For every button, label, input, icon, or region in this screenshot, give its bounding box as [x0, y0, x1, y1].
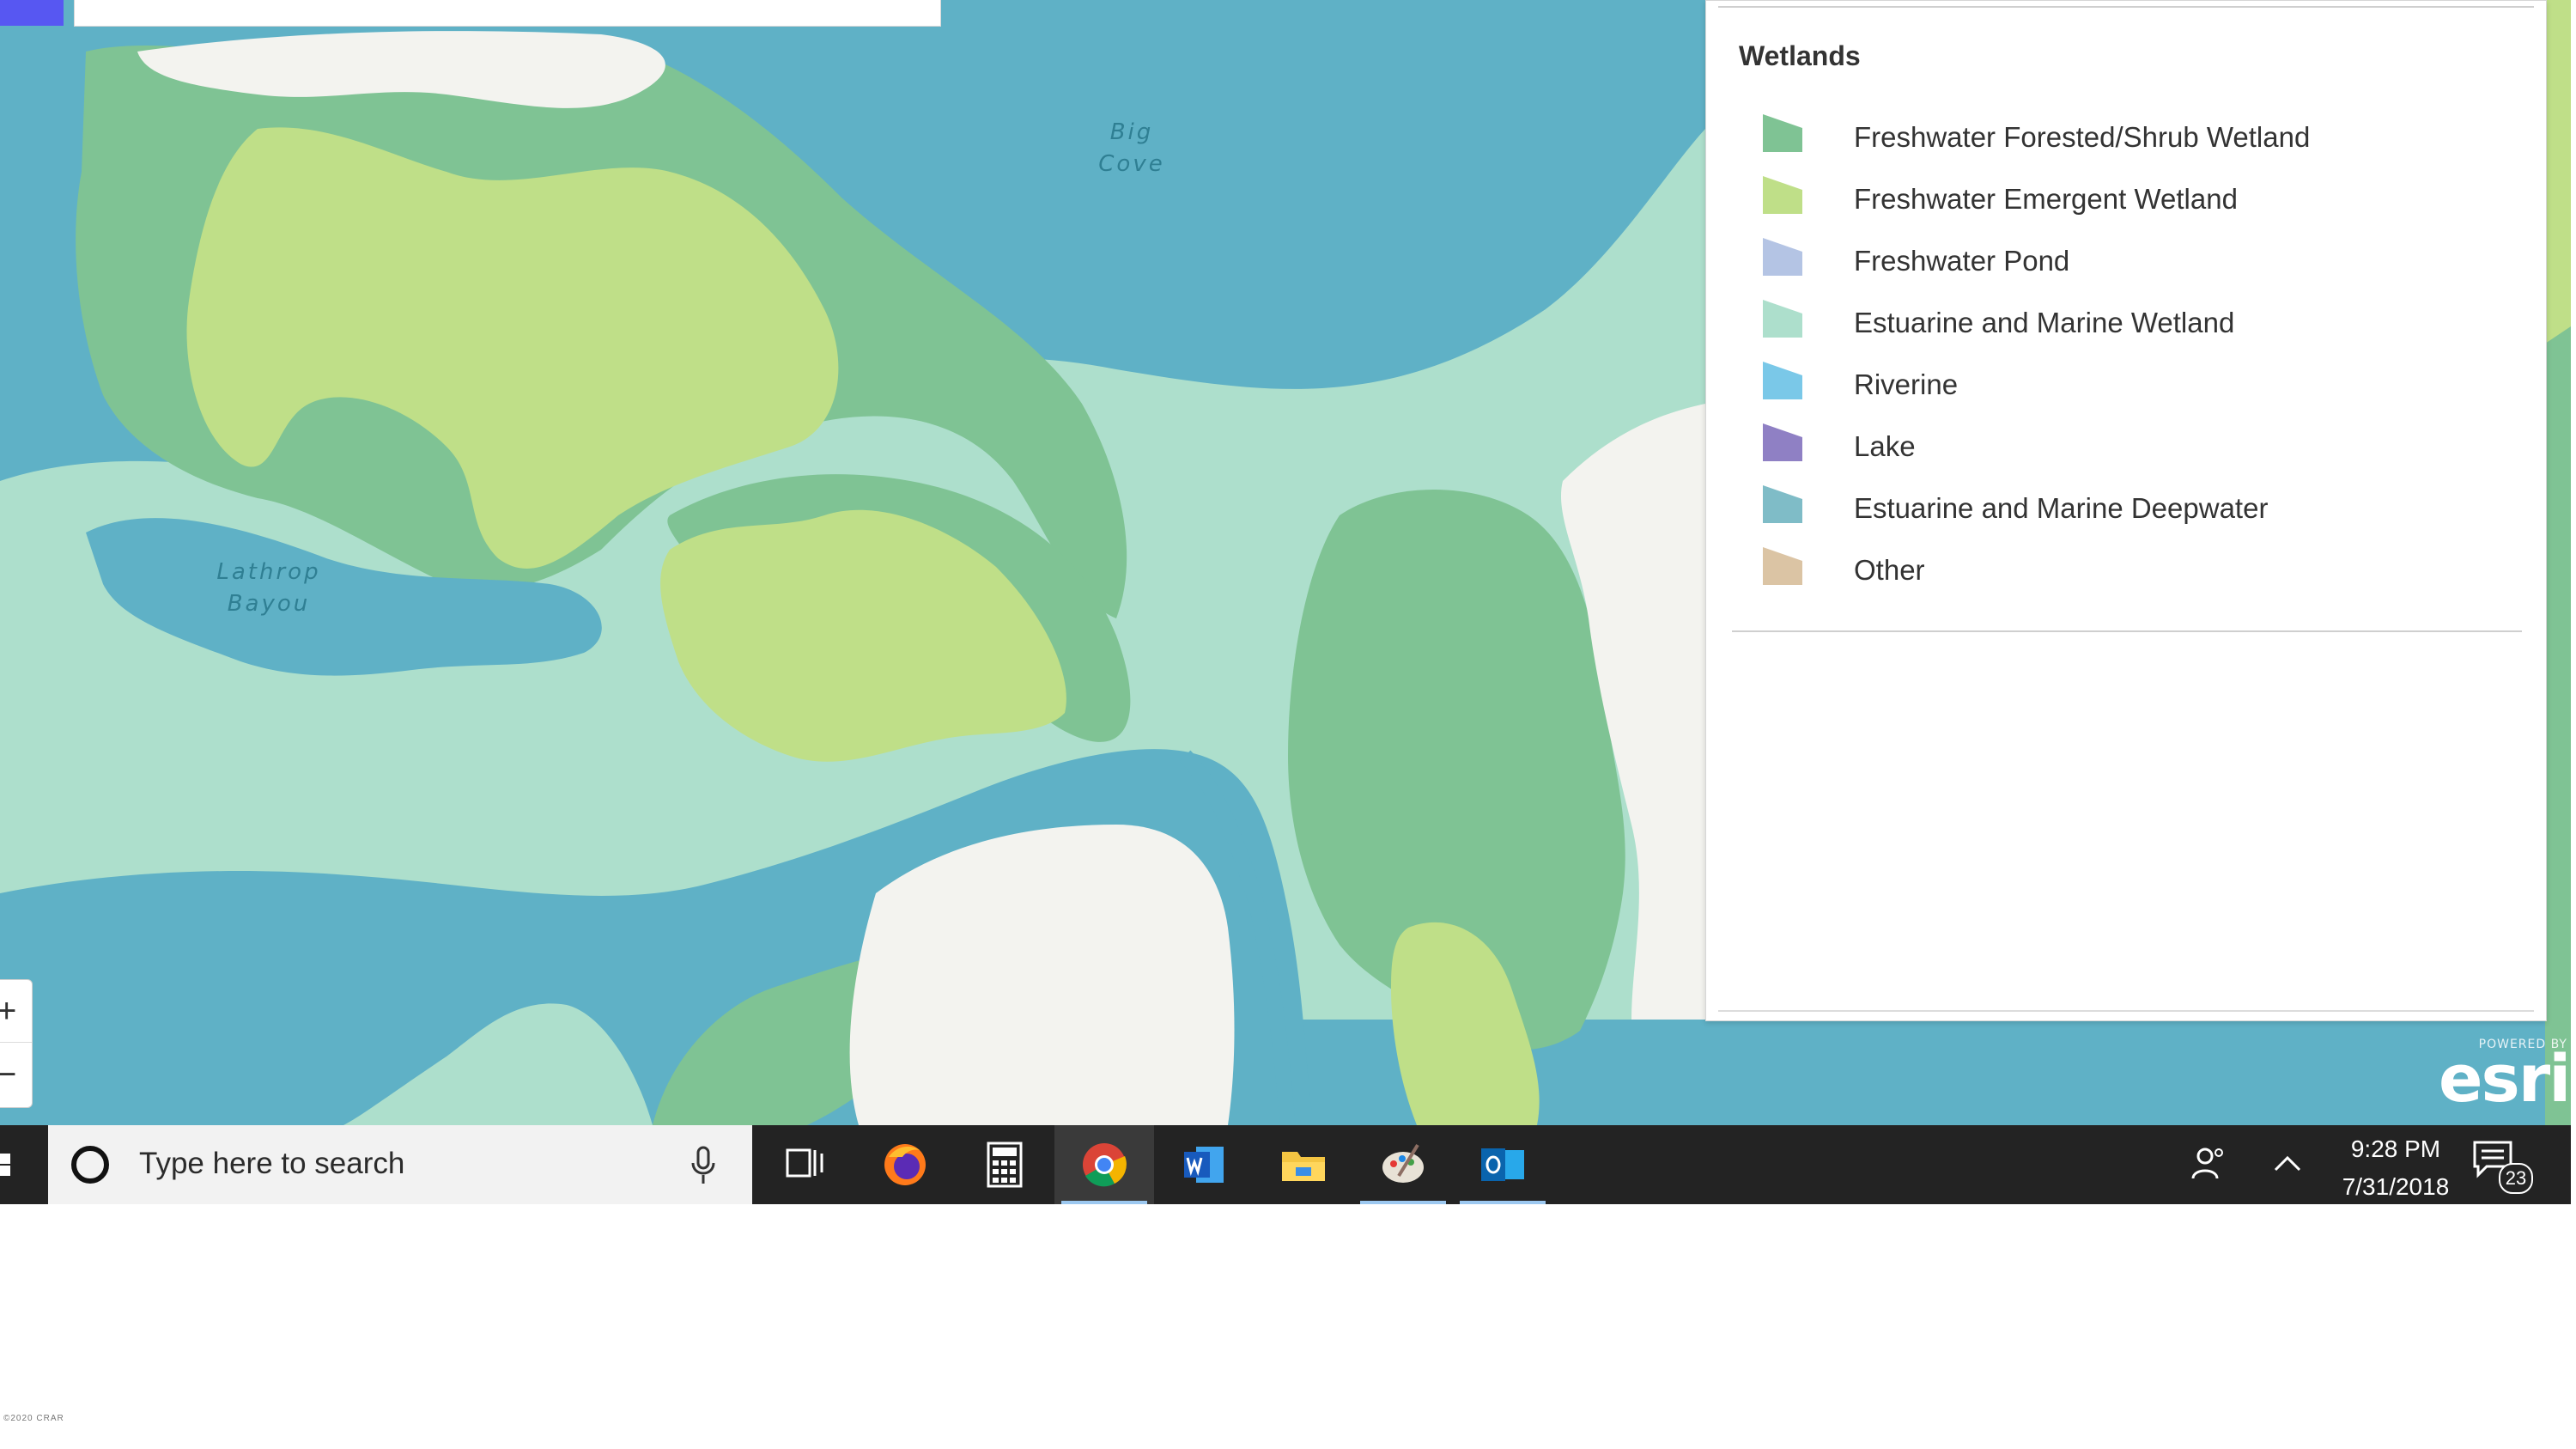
legend-swatch: [1763, 485, 1802, 523]
map-label-big-cove: Big Cove: [1098, 119, 1165, 177]
legend-swatch: [1763, 300, 1802, 338]
legend-swatch: [1763, 238, 1802, 276]
legend-label: Freshwater Forested/Shrub Wetland: [1854, 121, 2311, 153]
people-icon[interactable]: [2188, 1144, 2227, 1184]
legend-item: Freshwater Pond: [1763, 238, 2501, 283]
zoom-out-button[interactable]: −: [0, 1044, 32, 1105]
legend-top-divider: [1718, 6, 2534, 8]
legend-item: Other: [1763, 547, 2501, 592]
search-button[interactable]: [0, 0, 64, 26]
esri-attribution[interactable]: POWERED BY esri: [2439, 1038, 2571, 1117]
wetlands-map[interactable]: Big Cove Lathrop Bayou + − Wetlands Fres…: [0, 0, 2571, 1125]
open-app-indicator: [1360, 1201, 1446, 1204]
map-search-box[interactable]: [74, 0, 941, 27]
legend-item: Freshwater Emergent Wetland: [1763, 176, 2501, 221]
legend-panel: Wetlands Freshwater Forested/Shrub Wetla…: [1705, 0, 2547, 1021]
legend-swatch: [1763, 547, 1802, 585]
file-explorer-button[interactable]: [1254, 1125, 1353, 1204]
calculator-button[interactable]: [955, 1125, 1054, 1204]
word-button[interactable]: [1154, 1125, 1254, 1204]
legend-item: Lake: [1763, 423, 2501, 468]
outlook-icon: [1481, 1148, 1524, 1181]
chrome-button[interactable]: [1054, 1125, 1154, 1204]
map-label-lathrop-bayou: Lathrop Bayou: [216, 559, 321, 617]
folder-icon: [1282, 1152, 1325, 1181]
screen-edge: [2571, 0, 2576, 1204]
legend-label: Estuarine and Marine Deepwater: [1854, 492, 2269, 524]
right-strip-emergent: [2545, 0, 2571, 344]
firefox-icon: [884, 1144, 926, 1185]
legend-item: Estuarine and Marine Wetland: [1763, 300, 2501, 344]
active-app-indicator: [1061, 1201, 1147, 1204]
firefox-button[interactable]: [855, 1125, 955, 1204]
desktop-screen: Big Cove Lathrop Bayou + − Wetlands Fres…: [0, 0, 2571, 1204]
open-app-indicator: [1460, 1201, 1546, 1204]
legend-label: Other: [1854, 554, 1925, 586]
search-placeholder: Type here to search: [139, 1147, 405, 1180]
legend-label: Estuarine and Marine Wetland: [1854, 307, 2235, 338]
task-view-icon: [786, 1148, 823, 1178]
cortana-icon: [71, 1146, 109, 1184]
zoom-control: + −: [0, 979, 33, 1108]
word-icon: [1184, 1147, 1224, 1183]
chevron-up-icon[interactable]: [2270, 1149, 2305, 1180]
legend-swatch: [1763, 362, 1802, 399]
chrome-icon: [1083, 1143, 1127, 1187]
start-button[interactable]: [0, 1125, 48, 1204]
legend-label: Freshwater Emergent Wetland: [1854, 183, 2238, 215]
paint-button[interactable]: [1353, 1125, 1453, 1204]
legend-label: Freshwater Pond: [1854, 245, 2070, 277]
outlook-button[interactable]: [1453, 1125, 1552, 1204]
legend-divider: [1732, 630, 2522, 632]
windows-logo-icon: [0, 1154, 10, 1176]
footer-watermark: ©2020 CRAR: [3, 1414, 64, 1423]
legend-bottom-divider: [1718, 1010, 2534, 1012]
microphone-icon[interactable]: [690, 1146, 716, 1185]
legend-swatch: [1763, 423, 1802, 461]
esri-logo: esri: [2439, 1040, 2571, 1117]
legend-item: Freshwater Forested/Shrub Wetland: [1763, 114, 2501, 159]
zoom-in-button[interactable]: +: [0, 980, 32, 1043]
legend-title: Wetlands: [1739, 40, 1861, 71]
legend-item: Riverine: [1763, 362, 2501, 406]
paint-palette-icon: [1382, 1143, 1424, 1183]
clock-date: 7/31/2018: [2342, 1173, 2450, 1200]
task-view-button[interactable]: [756, 1125, 855, 1204]
calculator-icon: [987, 1142, 1023, 1188]
legend-swatch: [1763, 176, 1802, 214]
windows-taskbar: Type here to search 9:28 PM 7/31/2018 23: [0, 1125, 2571, 1204]
legend-label: Lake: [1854, 430, 1916, 462]
notification-count-badge: 23: [2499, 1163, 2533, 1194]
legend-swatch: [1763, 114, 1802, 152]
action-center-button[interactable]: 23: [2471, 1139, 2533, 1194]
legend-label: Riverine: [1854, 368, 1959, 400]
clock-time: 9:28 PM: [2350, 1135, 2441, 1162]
system-clock[interactable]: 9:28 PM 7/31/2018: [2318, 1130, 2473, 1204]
legend-item: Estuarine and Marine Deepwater: [1763, 485, 2501, 530]
taskbar-search-box[interactable]: Type here to search: [48, 1125, 752, 1204]
